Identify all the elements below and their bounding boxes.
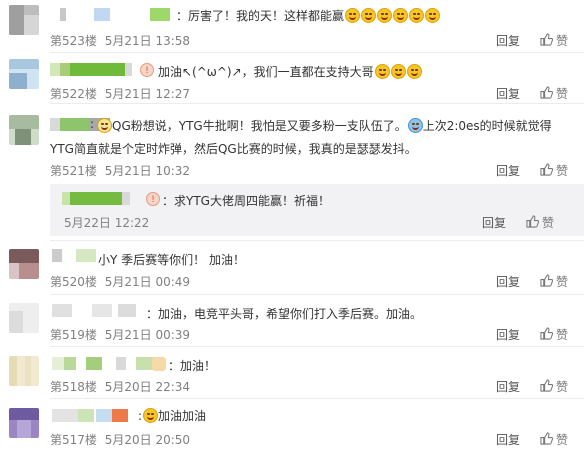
comment-meta: 第522楼 5月21日 12:27 — [50, 85, 190, 102]
avatar[interactable] — [9, 408, 39, 438]
comment-text-line2: YTG简直就是个定时炸弹，然后QG比赛的时候，我真的是瑟瑟发抖。 — [50, 142, 417, 156]
like-label[interactable]: 赞 — [556, 431, 568, 448]
avatar[interactable] — [9, 249, 39, 279]
floor-number: 第520楼 — [50, 275, 97, 289]
comment-text: 加油↖(^ω^)↗，我们一直都在支持大哥 — [158, 63, 422, 80]
avatar[interactable] — [9, 356, 39, 386]
avatar[interactable] — [9, 59, 39, 89]
dog-emoji-icon — [97, 118, 112, 133]
smiley-emoji-icon — [374, 64, 390, 79]
like-label[interactable]: 赞 — [556, 85, 568, 102]
thumbs-up-icon[interactable] — [526, 215, 539, 228]
smiley-emoji-icon — [406, 64, 422, 79]
comment-meta: 第517楼 5月20日 20:50 — [50, 431, 190, 448]
timestamp: 5月21日 13:58 — [104, 34, 191, 48]
laugh-emoji-icon — [345, 8, 361, 23]
thumbs-up-icon[interactable] — [540, 432, 553, 445]
comment-meta: 第521楼 5月21日 10:32 — [50, 162, 190, 179]
laugh-emoji-icon — [425, 8, 441, 23]
comment-text: ：加油！ — [168, 359, 217, 373]
like-label[interactable]: 赞 — [556, 273, 568, 290]
floor-number: 第518楼 — [50, 380, 97, 394]
comment-text: QG粉想说，YTG牛批啊！我怕是又要多粉一支队伍了。 上次2:0es的时候就觉得 — [96, 117, 552, 134]
timestamp: 5月21日 00:49 — [104, 275, 191, 289]
like-label[interactable]: 赞 — [556, 378, 568, 395]
thumbs-up-icon[interactable] — [540, 327, 553, 340]
like-label[interactable]: 赞 — [556, 326, 568, 343]
avatar[interactable] — [9, 115, 39, 145]
laugh-emoji-icon — [361, 8, 377, 23]
floor-number: 第521楼 — [50, 164, 97, 178]
username[interactable] — [52, 249, 98, 262]
floor-number: 第522楼 — [50, 87, 97, 101]
comment-meta: 第523楼 5月21日 13:58 — [50, 32, 190, 49]
timestamp: 5月21日 12:27 — [104, 87, 191, 101]
thumbs-up-icon[interactable] — [540, 33, 553, 46]
sub-reply: ! ：求YTG大佬周四能赢！祈福！ 5月22日 12:22 回复 赞 — [50, 184, 584, 236]
username[interactable] — [62, 192, 144, 205]
username[interactable] — [52, 409, 136, 422]
comment-text: ：加油，电竞平头哥，希望你们打入季后赛。加油。 — [146, 307, 423, 321]
like-label[interactable]: 赞 — [542, 214, 554, 231]
username[interactable] — [52, 304, 140, 317]
timestamp: 5月20日 20:50 — [104, 433, 191, 447]
comment-item: : QG粉想说，YTG牛批啊！我怕是又要多粉一支队伍了。 上次2:0es的时候就觉… — [0, 104, 584, 236]
comment-item: : 加油加油 第517楼 5月20日 20:50 回复 赞 — [0, 399, 584, 452]
avatar[interactable] — [9, 5, 39, 35]
comment-meta: 第519楼 5月21日 00:39 — [50, 326, 190, 343]
reply-button[interactable]: 回复 — [496, 162, 520, 179]
comment-text: ：厉害了！我的天！这样都能赢 — [176, 7, 441, 24]
level-badge-icon: ! — [146, 192, 160, 206]
comment-meta: 第520楼 5月21日 00:49 — [50, 273, 190, 290]
username[interactable] — [60, 8, 176, 21]
thumbs-up-icon[interactable] — [540, 86, 553, 99]
comment-meta: 第518楼 5月20日 22:34 — [50, 378, 190, 395]
comment-item: ! 加油↖(^ω^)↗，我们一直都在支持大哥 第522楼 5月21日 12:27… — [0, 53, 584, 103]
floor-number: 第517楼 — [50, 433, 97, 447]
comment-item: ：加油！ 第518楼 5月20日 22:34 回复 赞 — [0, 347, 584, 397]
avatar[interactable] — [9, 303, 39, 333]
reply-button[interactable]: 回复 — [496, 32, 520, 49]
reply-button[interactable]: 回复 — [496, 85, 520, 102]
reply-button[interactable]: 回复 — [482, 214, 506, 231]
like-label[interactable]: 赞 — [556, 32, 568, 49]
timestamp: 5月21日 10:32 — [104, 164, 191, 178]
floor-number: 第523楼 — [50, 34, 97, 48]
comment-item: ：加油，电竞平头哥，希望你们打入季后赛。加油。 第519楼 5月21日 00:3… — [0, 295, 584, 345]
username[interactable] — [50, 63, 134, 76]
laugh-emoji-icon — [393, 8, 409, 23]
comment-item: 小Y 季后赛等你们！ 加油！ 第520楼 5月21日 00:49 回复 赞 — [0, 241, 584, 291]
smiley-emoji-icon — [390, 64, 406, 79]
smiley-emoji-icon — [143, 408, 159, 423]
laugh-emoji-icon — [409, 8, 425, 23]
thumbs-up-icon[interactable] — [540, 274, 553, 287]
thumbs-up-icon[interactable] — [540, 163, 553, 176]
emoji-badge-icon — [152, 357, 166, 371]
floor-number: 第519楼 — [50, 328, 97, 342]
timestamp: 5月22日 12:22 — [64, 216, 150, 230]
like-label[interactable]: 赞 — [556, 162, 568, 179]
comment-text: : 加油加油 — [138, 408, 207, 423]
comment-text: 小Y 季后赛等你们！ 加油！ — [98, 253, 245, 267]
reply-button[interactable]: 回复 — [496, 273, 520, 290]
reply-button[interactable]: 回复 — [496, 431, 520, 448]
crying-laugh-emoji-icon — [407, 118, 423, 133]
reply-button[interactable]: 回复 — [496, 378, 520, 395]
comment-text: ：求YTG大佬周四能赢！祈福！ — [162, 194, 330, 208]
laugh-emoji-icon — [377, 8, 393, 23]
timestamp: 5月20日 22:34 — [104, 380, 191, 394]
thumbs-up-icon[interactable] — [540, 379, 553, 392]
level-badge-icon: ! — [140, 63, 154, 77]
comment-item: ：厉害了！我的天！这样都能赢 第523楼 5月21日 13:58 回复 赞 — [0, 0, 584, 52]
reply-button[interactable]: 回复 — [496, 326, 520, 343]
timestamp: 5月21日 00:39 — [104, 328, 191, 342]
